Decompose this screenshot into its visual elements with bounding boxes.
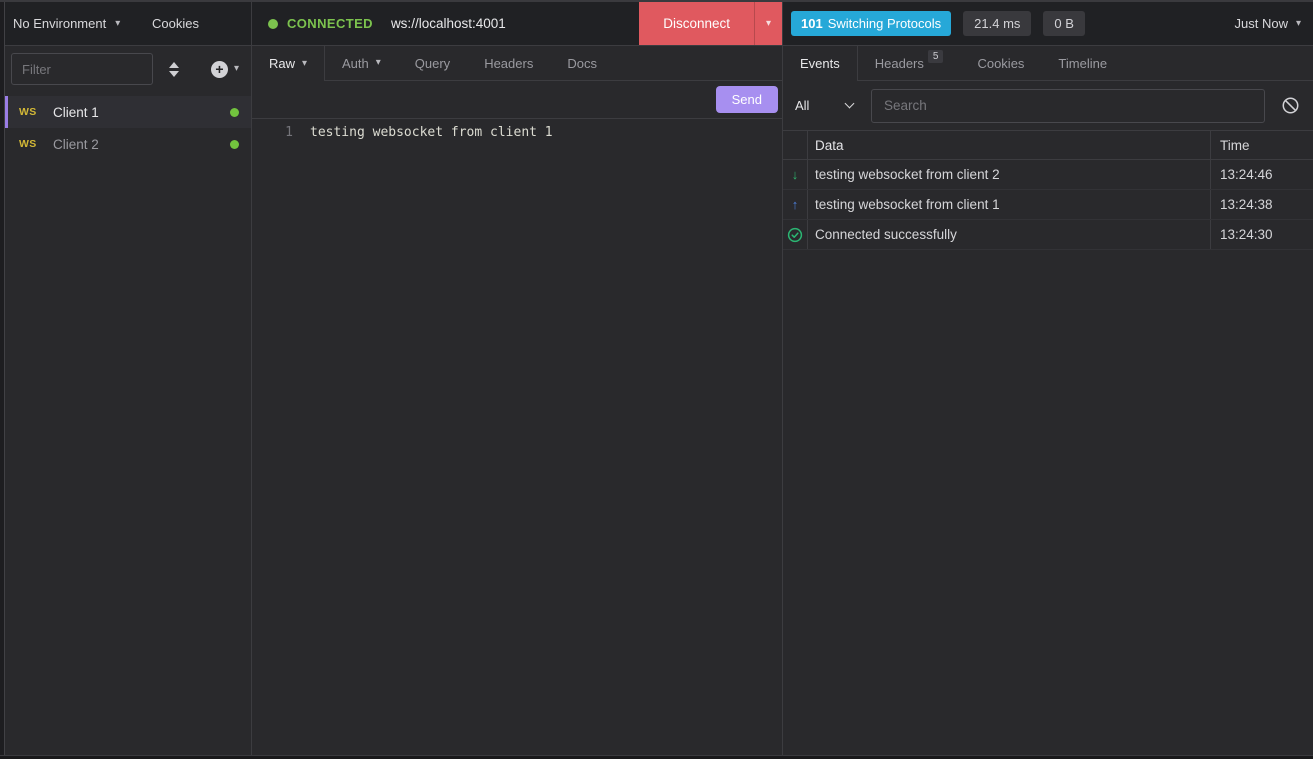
send-row: Send [252, 81, 782, 119]
response-history-dropdown[interactable]: Just Now ▾ [1235, 16, 1302, 31]
event-time: 13:24:30 [1211, 220, 1313, 249]
event-time: 13:24:46 [1211, 160, 1313, 189]
environment-selector[interactable]: No Environment ▾ [13, 16, 120, 31]
event-row-sent[interactable]: ↑ testing websocket from client 1 13:24:… [783, 190, 1313, 220]
sort-down-icon [169, 71, 179, 77]
disconnect-menu-button[interactable]: ▾ [754, 2, 782, 45]
cookies-button[interactable]: Cookies [152, 16, 199, 31]
data-column-header: Data [808, 131, 1211, 159]
request-topbar: CONNECTED ws://localhost:4001 Disconnect… [252, 2, 782, 46]
sidebar-item-client-2[interactable]: WS Client 2 [5, 128, 251, 160]
event-data: testing websocket from client 1 [808, 190, 1211, 219]
disconnect-split-button: Disconnect ▾ [639, 2, 782, 45]
chevron-down-icon [845, 99, 855, 109]
response-tabs: Events Headers 5 Cookies Timeline [783, 46, 1313, 81]
tab-response-cookies[interactable]: Cookies [960, 46, 1041, 80]
environment-label: No Environment [13, 16, 106, 31]
connected-dot-icon [230, 140, 239, 149]
sidebar-toolbar: + ▾ [5, 46, 251, 92]
connection-dot-icon [268, 19, 278, 29]
ban-icon [1281, 96, 1300, 115]
time-column-header: Time [1211, 131, 1313, 159]
main-layout: No Environment ▾ Cookies + ▾ WS [0, 2, 1313, 755]
icon-column-header [783, 131, 808, 159]
check-circle-icon [787, 227, 803, 243]
events-table: Data Time ↓ testing websocket from clien… [783, 130, 1313, 250]
chevron-down-icon: ▾ [1296, 19, 1301, 29]
headers-count-badge: 5 [928, 50, 944, 63]
response-topbar: 101 Switching Protocols 21.4 ms 0 B Just … [783, 2, 1313, 46]
plus-icon: + [211, 61, 228, 78]
response-panel: 101 Switching Protocols 21.4 ms 0 B Just … [783, 2, 1313, 755]
url-field[interactable]: ws://localhost:4001 [391, 16, 506, 31]
tab-response-headers[interactable]: Headers 5 [858, 46, 961, 80]
clear-events-button[interactable] [1281, 96, 1300, 115]
line-number: 1 [252, 123, 293, 142]
chevron-down-icon: ▾ [115, 19, 120, 29]
arrow-up-icon: ↑ [792, 197, 799, 212]
event-icon-cell: ↓ [783, 160, 808, 189]
client-name: Client 2 [53, 137, 230, 152]
event-data: Connected successfully [808, 220, 1211, 249]
tab-auth[interactable]: Auth ▾ [325, 46, 398, 80]
event-type-select[interactable]: All [795, 98, 853, 113]
tab-events[interactable]: Events [783, 46, 858, 81]
sidebar-topbar: No Environment ▾ Cookies [5, 2, 251, 46]
event-row-received[interactable]: ↓ testing websocket from client 2 13:24:… [783, 160, 1313, 190]
search-input[interactable] [871, 89, 1265, 123]
sort-up-icon [169, 62, 179, 68]
client-name: Client 1 [53, 105, 230, 120]
event-icon-cell [783, 220, 808, 249]
chevron-down-icon: ▾ [302, 59, 307, 69]
chevron-down-icon: ▾ [766, 19, 771, 29]
response-tabs-rest: Headers 5 Cookies Timeline [858, 46, 1313, 81]
event-row-connected[interactable]: Connected successfully 13:24:30 [783, 220, 1313, 250]
recency-label: Just Now [1235, 16, 1288, 31]
tab-auth-label: Auth [342, 56, 369, 71]
request-list: WS Client 1 WS Client 2 [5, 96, 251, 160]
ws-method-badge: WS [19, 138, 53, 150]
event-icon-cell: ↑ [783, 190, 808, 219]
tab-docs[interactable]: Docs [550, 46, 614, 80]
add-request-button[interactable]: + ▾ [211, 61, 239, 78]
request-panel: CONNECTED ws://localhost:4001 Disconnect… [252, 2, 783, 755]
window-bottom-edge [0, 755, 1313, 759]
events-filter-row: All [783, 81, 1313, 130]
editor-line: 1 testing websocket from client 1 [252, 123, 782, 142]
request-tabs-rest: Auth ▾ Query Headers Docs [325, 46, 782, 81]
request-tabs: Raw ▾ Auth ▾ Query Headers Docs [252, 46, 782, 81]
tab-raw[interactable]: Raw ▾ [252, 46, 325, 81]
filter-input[interactable] [11, 53, 153, 85]
tab-headers[interactable]: Headers [467, 46, 550, 80]
size-badge: 0 B [1043, 11, 1085, 36]
status-code: 101 [801, 16, 823, 31]
event-time: 13:24:38 [1211, 190, 1313, 219]
editor-code: testing websocket from client 1 [310, 123, 553, 142]
sidebar-item-client-1[interactable]: WS Client 1 [5, 96, 251, 128]
status-text: Switching Protocols [828, 16, 941, 31]
event-type-value: All [795, 98, 809, 113]
tab-query[interactable]: Query [398, 46, 467, 80]
arrow-down-icon: ↓ [792, 167, 799, 182]
connected-dot-icon [230, 108, 239, 117]
status-badge: 101 Switching Protocols [791, 11, 951, 36]
message-editor[interactable]: 1 testing websocket from client 1 [252, 119, 782, 755]
app-window: No Environment ▾ Cookies + ▾ WS [0, 0, 1313, 759]
sort-button[interactable] [169, 62, 179, 77]
chevron-down-icon: ▾ [234, 64, 239, 74]
connection-status: CONNECTED [287, 16, 373, 31]
tab-headers-label: Headers [875, 56, 924, 71]
duration-badge: 21.4 ms [963, 11, 1031, 36]
send-button[interactable]: Send [716, 86, 778, 113]
ws-method-badge: WS [19, 106, 53, 118]
event-data: testing websocket from client 2 [808, 160, 1211, 189]
events-table-header: Data Time [783, 130, 1313, 160]
chevron-down-icon: ▾ [376, 58, 381, 68]
tab-timeline[interactable]: Timeline [1041, 46, 1124, 80]
tab-raw-label: Raw [269, 56, 295, 71]
sidebar: No Environment ▾ Cookies + ▾ WS [5, 2, 252, 755]
disconnect-button[interactable]: Disconnect [639, 2, 754, 45]
